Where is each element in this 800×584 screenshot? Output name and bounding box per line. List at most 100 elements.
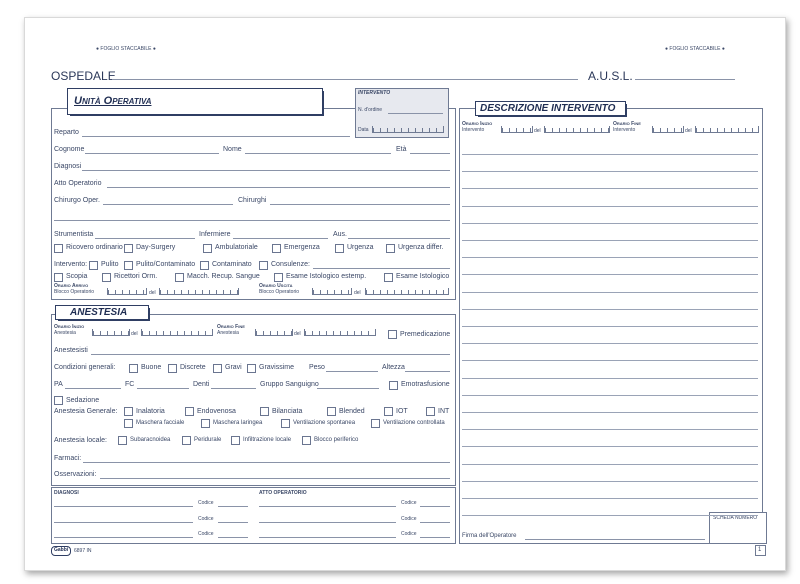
buone-checkbox[interactable] [129,364,138,373]
n-ordine-field[interactable] [388,113,443,114]
contaminato-checkbox[interactable] [200,261,209,270]
strumentista-field[interactable] [95,238,195,239]
nome-field[interactable] [245,153,391,154]
codice-field-6[interactable] [420,537,450,538]
descrizione-ruled-line[interactable] [462,274,758,275]
ospedale-field[interactable] [112,79,578,80]
osservazioni-field[interactable] [100,478,450,479]
anestesia-fine-date-field[interactable] [304,329,376,336]
reparto-field[interactable] [82,136,350,137]
descrizione-ruled-line[interactable] [462,292,758,293]
blended-checkbox[interactable] [327,407,336,416]
atto-line-2[interactable] [259,522,396,523]
descrizione-ruled-line[interactable] [462,257,758,258]
descrizione-ruled-line[interactable] [462,206,758,207]
descrizione-ruled-line[interactable] [462,378,758,379]
scopia-checkbox[interactable] [54,273,63,282]
descrizione-ruled-line[interactable] [462,464,758,465]
maschera-facciale-checkbox[interactable] [124,419,133,428]
descrizione-ruled-line[interactable] [462,343,758,344]
gravissime-checkbox[interactable] [247,364,256,373]
diagnosi-line-1[interactable] [54,506,193,507]
anestesia-inizio-time-field[interactable] [92,329,130,336]
descr-inizio-time-field[interactable] [501,126,533,133]
gravi-checkbox[interactable] [213,364,222,373]
descrizione-ruled-line[interactable] [462,498,758,499]
descr-fine-date-field[interactable] [695,126,759,133]
diagnosi-line-2[interactable] [54,522,193,523]
data-field[interactable] [372,126,444,133]
discrete-checkbox[interactable] [168,364,177,373]
int-checkbox[interactable] [426,407,435,416]
gruppo-sanguigno-field[interactable] [317,388,379,389]
orario-arrivo-field[interactable] [107,288,147,295]
descrizione-ruled-line[interactable] [462,412,758,413]
descrizione-ruled-line[interactable] [462,395,758,396]
atto-line-1[interactable] [259,506,396,507]
descrizione-ruled-line[interactable] [462,309,758,310]
maschera-laringea-checkbox[interactable] [201,419,210,428]
descrizione-ruled-line[interactable] [462,223,758,224]
codice-field-3[interactable] [218,537,248,538]
infiltrazione-locale-checkbox[interactable] [231,436,240,445]
emotrasfusione-checkbox[interactable] [389,381,398,390]
esame-istologico-estemp-checkbox[interactable] [274,273,283,282]
inalatoria-checkbox[interactable] [124,407,133,416]
firma-operatore-field[interactable] [525,539,705,540]
descrizione-ruled-line[interactable] [462,429,758,430]
peridurale-checkbox[interactable] [182,436,191,445]
anestesisti-field[interactable] [91,354,450,355]
atto-operatorio-field[interactable] [107,187,450,188]
endovenosa-checkbox[interactable] [185,407,194,416]
chirurghi-field-2[interactable] [54,220,450,221]
cognome-field[interactable] [85,153,219,154]
ventilazione-spontanea-checkbox[interactable] [281,419,290,428]
descrizione-ruled-line[interactable] [462,360,758,361]
anestesia-inizio-date-field[interactable] [141,329,213,336]
anestesia-fine-time-field[interactable] [255,329,293,336]
blocco-periferico-checkbox[interactable] [302,436,311,445]
codice-field-4[interactable] [420,506,450,507]
descr-fine-time-field[interactable] [652,126,684,133]
codice-field-1[interactable] [218,506,248,507]
altezza-field[interactable] [405,371,450,372]
descrizione-ruled-line[interactable] [462,326,758,327]
ricovero-ordinario-checkbox[interactable] [54,244,63,253]
chirurgo-oper-field[interactable] [103,204,233,205]
arrivo-date-field[interactable] [159,288,239,295]
codice-field-5[interactable] [420,522,450,523]
macch-recup-sangue-checkbox[interactable] [175,273,184,282]
premedicazione-checkbox[interactable] [388,330,397,339]
uscita-date-field[interactable] [365,288,449,295]
codice-field-2[interactable] [218,522,248,523]
pulito-contaminato-checkbox[interactable] [124,261,133,270]
day-surgery-checkbox[interactable] [124,244,133,253]
descrizione-ruled-line[interactable] [462,154,758,155]
orario-uscita-field[interactable] [312,288,352,295]
pa-field[interactable] [65,388,121,389]
ricettori-orm-checkbox[interactable] [102,273,111,282]
urgenza-checkbox[interactable] [335,244,344,253]
peso-field[interactable] [326,371,378,372]
chirurghi-field[interactable] [270,204,450,205]
descrizione-ruled-line[interactable] [462,515,758,516]
ventilazione-controllata-checkbox[interactable] [371,419,380,428]
infermiere-field[interactable] [233,238,328,239]
urgenza-differ-checkbox[interactable] [386,244,395,253]
sedazione-checkbox[interactable] [54,396,63,405]
eta-field[interactable] [410,153,450,154]
consulenze-field[interactable] [313,268,450,269]
diagnosi-line-3[interactable] [54,537,193,538]
fc-field[interactable] [137,388,189,389]
consulenze-checkbox[interactable] [259,261,268,270]
bilanciata-checkbox[interactable] [260,407,269,416]
descrizione-ruled-line[interactable] [462,446,758,447]
aus-field[interactable] [348,238,450,239]
emergenza-checkbox[interactable] [272,244,281,253]
ambulatoriale-checkbox[interactable] [203,244,212,253]
descrizione-ruled-line[interactable] [462,171,758,172]
ausl-field[interactable] [635,79,735,80]
atto-line-3[interactable] [259,537,396,538]
esame-istologico-checkbox[interactable] [384,273,393,282]
farmaci-field[interactable] [83,462,450,463]
